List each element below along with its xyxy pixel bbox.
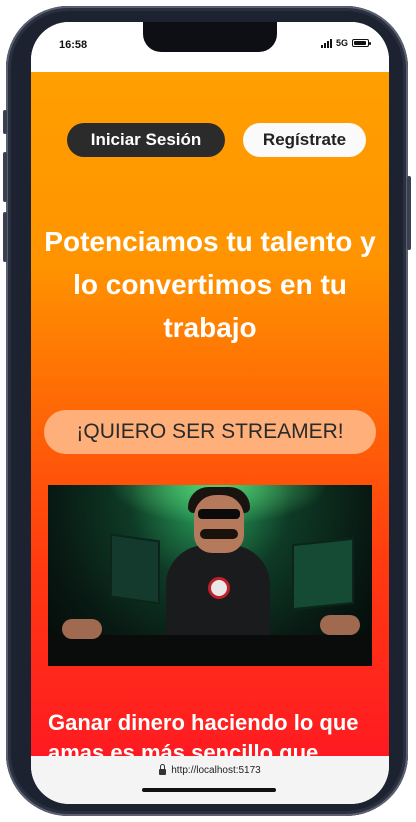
screen: 16:58 5G Iniciar Sesión Regístrate Poten… xyxy=(31,22,389,804)
browser-address-bar[interactable]: http://localhost:5173 xyxy=(31,756,389,804)
network-type: 5G xyxy=(335,38,348,48)
power-button xyxy=(407,176,411,250)
volume-up-button xyxy=(3,152,7,202)
mute-switch xyxy=(3,110,7,134)
login-button[interactable]: Iniciar Sesión xyxy=(67,123,225,157)
status-indicators: 5G xyxy=(320,38,371,48)
lock-icon xyxy=(159,764,167,775)
auth-buttons: Iniciar Sesión Regístrate xyxy=(31,123,389,157)
register-button[interactable]: Regístrate xyxy=(243,123,366,157)
hero-title: Potenciamos tu talento y lo convertimos … xyxy=(44,226,376,343)
url-text: http://localhost:5173 xyxy=(171,765,261,776)
url-display[interactable]: http://localhost:5173 xyxy=(31,764,389,776)
streamer-photo xyxy=(48,485,372,666)
volume-down-button xyxy=(3,212,7,262)
streamer-cta-button[interactable]: ¡QUIERO SER STREAMER! xyxy=(44,410,376,454)
status-time: 16:58 xyxy=(59,39,88,51)
battery-icon xyxy=(352,39,371,47)
page-content[interactable]: Iniciar Sesión Regístrate Potenciamos tu… xyxy=(31,72,389,756)
home-indicator[interactable] xyxy=(142,788,276,792)
status-bar: 16:58 5G xyxy=(31,22,389,72)
notch xyxy=(143,22,277,52)
section-title: Ganar dinero haciendo lo que amas es más… xyxy=(48,710,359,756)
signal-icon xyxy=(320,38,332,48)
